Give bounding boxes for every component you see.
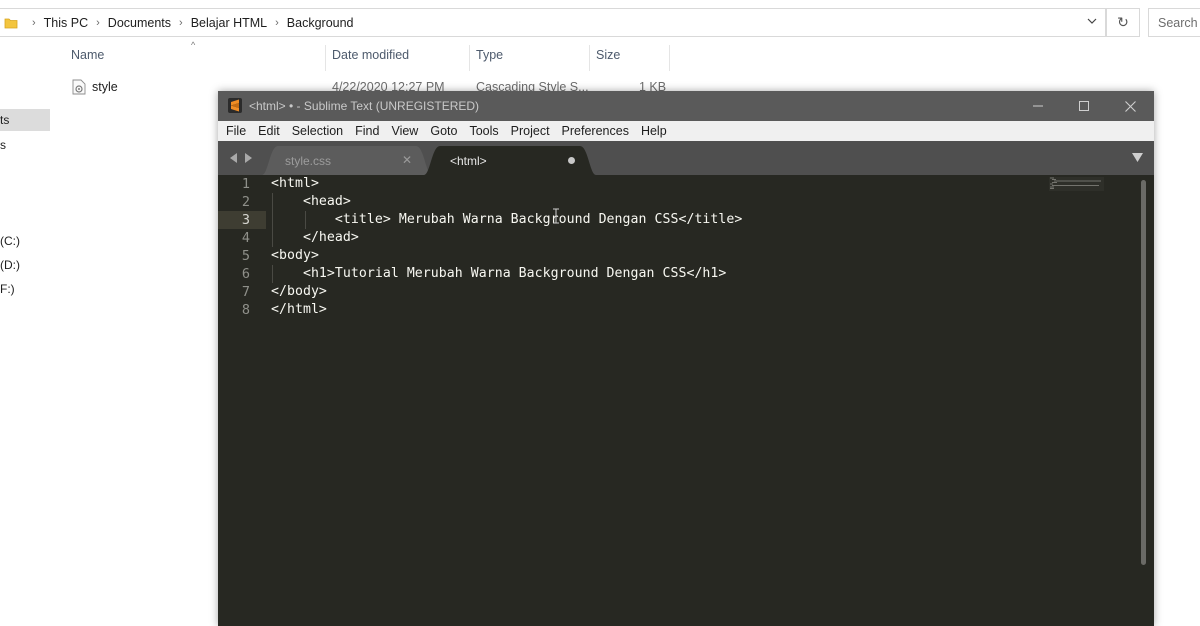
breadcrumb-belajar-html[interactable]: Belajar HTML xyxy=(191,16,267,30)
column-divider[interactable] xyxy=(469,45,470,71)
menu-file[interactable]: File xyxy=(226,124,246,138)
text-cursor-icon xyxy=(553,208,559,224)
nav-item-label: F:) xyxy=(0,282,15,296)
menu-edit[interactable]: Edit xyxy=(258,124,280,138)
nav-item[interactable]: s xyxy=(0,138,6,152)
minimize-button[interactable] xyxy=(1015,91,1061,121)
title-bar[interactable]: <html> • - Sublime Text (UNREGISTERED) xyxy=(218,91,1154,121)
nav-item-drive-c[interactable]: (C:) xyxy=(0,234,20,248)
sort-up-icon: ^ xyxy=(191,40,196,50)
line-number: 5 xyxy=(241,248,250,264)
column-header-date[interactable]: Date modified xyxy=(332,48,409,68)
tab-label: <html> xyxy=(450,154,487,168)
menu-help[interactable]: Help xyxy=(641,124,667,138)
menu-goto[interactable]: Goto xyxy=(430,124,457,138)
line-number: 8 xyxy=(241,302,250,318)
maximize-button[interactable] xyxy=(1061,91,1107,121)
nav-item-label: (D:) xyxy=(0,258,20,272)
code-line[interactable]: <body> xyxy=(271,248,319,263)
chevron-right-icon[interactable]: › xyxy=(96,17,100,29)
maximize-icon xyxy=(1079,101,1089,111)
menu-preferences[interactable]: Preferences xyxy=(562,124,629,138)
menu-tools[interactable]: Tools xyxy=(469,124,498,138)
css-file-icon xyxy=(72,79,86,95)
tab-html[interactable]: <html> xyxy=(424,146,596,175)
navigation-pane: ts s (C:) (D:) F:) xyxy=(0,44,50,621)
breadcrumb-this-pc[interactable]: This PC xyxy=(44,16,88,30)
column-divider[interactable] xyxy=(325,45,326,71)
line-number: 2 xyxy=(241,194,250,210)
line-number-current: 3 xyxy=(241,212,250,228)
chevron-down-icon[interactable] xyxy=(1087,16,1097,26)
nav-item-label: s xyxy=(0,138,6,152)
sublime-logo-icon xyxy=(228,98,242,113)
menu-find[interactable]: Find xyxy=(355,124,379,138)
menu-project[interactable]: Project xyxy=(511,124,550,138)
code-line[interactable]: </head> xyxy=(271,230,359,245)
file-name: style xyxy=(92,80,118,94)
menu-view[interactable]: View xyxy=(391,124,418,138)
line-number: 4 xyxy=(241,230,250,246)
code-line[interactable]: </body> xyxy=(271,284,327,299)
code-line[interactable]: <html> xyxy=(271,176,319,191)
chevron-right-icon[interactable]: › xyxy=(179,17,183,29)
tab-style-css[interactable]: style.css ✕ xyxy=(262,146,432,175)
code-line[interactable]: </html> xyxy=(271,302,327,317)
address-bar[interactable]: › This PC › Documents › Belajar HTML › B… xyxy=(0,8,1106,37)
column-divider[interactable] xyxy=(589,45,590,71)
column-header-name[interactable]: Name xyxy=(71,48,104,68)
minimize-icon xyxy=(1033,105,1043,107)
code-line[interactable]: <head> xyxy=(271,194,351,209)
column-divider[interactable] xyxy=(669,45,670,71)
code-line[interactable]: <title> Merubah Warna Background Dengan … xyxy=(271,212,742,227)
close-tab-icon[interactable]: ✕ xyxy=(402,153,412,167)
nav-item-drive-f[interactable]: F:) xyxy=(0,282,15,296)
minimap[interactable] xyxy=(1049,177,1104,191)
line-number-gutter: 1 2 3 4 5 6 7 8 xyxy=(218,175,262,626)
breadcrumb-documents[interactable]: Documents xyxy=(108,16,171,30)
breadcrumb-background[interactable]: Background xyxy=(287,16,354,30)
vertical-scrollbar[interactable] xyxy=(1141,180,1146,565)
code-editor[interactable]: 1 2 3 4 5 6 7 8 <html> <head> <title> Me… xyxy=(218,175,1154,626)
refresh-icon: ↻ xyxy=(1117,14,1129,30)
folder-icon xyxy=(4,18,18,28)
line-number: 7 xyxy=(241,284,250,300)
close-button[interactable] xyxy=(1107,91,1153,121)
close-icon xyxy=(1124,100,1136,112)
refresh-button[interactable]: ↻ xyxy=(1106,8,1140,37)
tab-nav-arrows-icon[interactable] xyxy=(228,151,256,165)
nav-item-selected[interactable]: ts xyxy=(0,109,50,131)
column-header-size[interactable]: Size xyxy=(596,48,620,68)
unsaved-dot-icon[interactable] xyxy=(568,157,575,164)
tab-label: style.css xyxy=(285,154,332,168)
nav-item-label: (C:) xyxy=(0,234,20,248)
tab-dropdown-icon[interactable] xyxy=(1132,153,1143,162)
nav-item-drive-d[interactable]: (D:) xyxy=(0,258,20,272)
sublime-text-window: <html> • - Sublime Text (UNREGISTERED) F… xyxy=(218,91,1154,626)
column-header-type[interactable]: Type xyxy=(476,48,503,68)
chevron-right-icon[interactable]: › xyxy=(275,17,279,29)
nav-item-label: ts xyxy=(0,113,10,127)
menu-bar: File Edit Selection Find View Goto Tools… xyxy=(218,121,1154,141)
line-number: 6 xyxy=(241,266,250,282)
line-number: 1 xyxy=(241,176,250,192)
menu-selection[interactable]: Selection xyxy=(292,124,343,138)
search-input[interactable]: Search Ba xyxy=(1148,8,1200,37)
window-title: <html> • - Sublime Text (UNREGISTERED) xyxy=(249,99,480,113)
tab-bar: style.css ✕ <html> xyxy=(218,141,1154,175)
code-line[interactable]: <h1>Tutorial Merubah Warna Background De… xyxy=(271,266,726,281)
chevron-right-icon[interactable]: › xyxy=(32,17,36,29)
